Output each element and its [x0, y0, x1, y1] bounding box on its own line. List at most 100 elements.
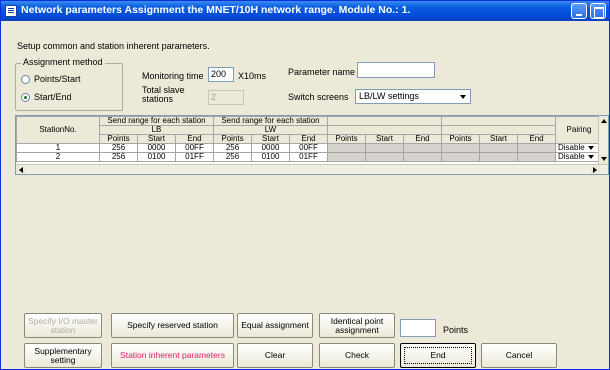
end-button[interactable]: End	[400, 343, 476, 368]
col-header-points: Points	[327, 134, 366, 144]
parameter-name-input[interactable]	[357, 62, 435, 78]
window-icon	[5, 5, 17, 17]
dropdown-arrow-icon	[458, 91, 469, 102]
empty-cell	[365, 143, 404, 153]
supplementary-setting-button[interactable]: Supplementary setting	[24, 343, 102, 368]
empty-cell	[517, 143, 556, 153]
col-header-end: End	[289, 134, 328, 144]
equal-assignment-button[interactable]: Equal assignment	[237, 313, 313, 338]
station-header: StationNo.	[16, 116, 100, 144]
maximize-icon[interactable]	[590, 3, 606, 19]
lw-start-cell[interactable]: 0100	[251, 152, 290, 162]
points-input[interactable]	[400, 319, 436, 337]
vertical-scrollbar[interactable]	[598, 116, 608, 164]
window-title: Network parameters Assignment the MNET/1…	[21, 4, 411, 16]
check-button[interactable]: Check	[319, 343, 395, 368]
lb-start-cell[interactable]: 0100	[137, 152, 176, 162]
minimize-icon[interactable]	[571, 3, 587, 19]
intro-text: Setup common and station inherent parame…	[17, 41, 210, 51]
monitoring-time-label: Monitoring time	[142, 71, 204, 81]
radio-points-start-label: Points/Start	[34, 74, 81, 84]
radio-points-start[interactable]	[21, 75, 30, 84]
cancel-button[interactable]: Cancel	[481, 343, 557, 368]
assignment-method-legend: Assignment method	[21, 57, 105, 67]
identical-point-assignment-button[interactable]: Identical point assignment	[319, 313, 395, 338]
scroll-down-icon[interactable]	[599, 154, 608, 164]
dropdown-arrow-icon	[587, 145, 594, 150]
lb-start-cell[interactable]: 0000	[137, 143, 176, 153]
pairing-header: Pairing	[555, 116, 603, 144]
col-header-end: End	[403, 134, 442, 144]
assignment-method-group	[15, 63, 123, 111]
radio-start-end-label: Start/End	[34, 92, 72, 102]
total-slave-stations-input: 2	[208, 90, 244, 105]
empty-subgroup-header-2	[441, 125, 556, 135]
empty-cell	[403, 152, 442, 162]
empty-cell	[517, 152, 556, 162]
lw-header: LW	[213, 125, 328, 135]
col-header-points: Points	[213, 134, 252, 144]
monitoring-time-unit: X10ms	[238, 71, 267, 81]
empty-group-header-2	[441, 116, 556, 126]
col-header-points: Points	[441, 134, 480, 144]
lw-end-cell[interactable]: 01FF	[289, 152, 328, 162]
scroll-right-icon[interactable]	[590, 165, 600, 174]
title-bar: Network parameters Assignment the MNET/1…	[1, 1, 609, 21]
lb-end-cell[interactable]: 00FF	[175, 143, 214, 153]
station-table: StationNo. Send range for each station S…	[16, 116, 603, 162]
col-header-end: End	[517, 134, 556, 144]
station-cell: 1	[16, 143, 100, 153]
scroll-left-icon[interactable]	[16, 165, 26, 174]
station-cell: 2	[16, 152, 100, 162]
col-header-end: End	[175, 134, 214, 144]
clear-button[interactable]: Clear	[237, 343, 313, 368]
lb-end-cell[interactable]: 01FF	[175, 152, 214, 162]
col-header-points: Points	[99, 134, 138, 144]
col-header-start: Start	[137, 134, 176, 144]
table-row: 1 256 0000 00FF 256 0000 00FF Disable	[16, 143, 603, 153]
lw-points-cell[interactable]: 256	[213, 152, 252, 162]
lb-send-range-header: Send range for each station	[99, 116, 214, 126]
dropdown-arrow-icon	[587, 154, 594, 159]
parameter-name-label: Parameter name	[288, 67, 356, 77]
empty-subgroup-header-1	[327, 125, 442, 135]
specify-reserved-station-button[interactable]: Specify reserved station	[111, 313, 234, 338]
specify-io-master-station-button: Specify I/O master station	[24, 313, 102, 338]
lw-send-range-header: Send range for each station	[213, 116, 328, 126]
empty-cell	[479, 152, 518, 162]
pairing-value: Disable	[558, 152, 585, 161]
pairing-value: Disable	[558, 143, 585, 152]
table-row: 2 256 0100 01FF 256 0100 01FF Disable	[16, 152, 603, 162]
col-header-start: Start	[365, 134, 404, 144]
empty-cell	[403, 143, 442, 153]
total-slave-stations-label: Total slave stations	[142, 85, 185, 104]
switch-screens-label: Switch screens	[288, 92, 349, 102]
network-parameters-window: Network parameters Assignment the MNET/1…	[0, 0, 610, 370]
lb-points-cell[interactable]: 256	[99, 152, 138, 162]
station-grid: StationNo. Send range for each station S…	[15, 115, 609, 175]
empty-cell	[441, 143, 480, 153]
switch-screens-value: LB/LW settings	[359, 91, 419, 101]
col-header-start: Start	[479, 134, 518, 144]
lw-start-cell[interactable]: 0000	[251, 143, 290, 153]
pairing-cell[interactable]: Disable	[555, 152, 603, 162]
horizontal-scrollbar[interactable]	[16, 164, 608, 174]
pairing-cell[interactable]: Disable	[555, 143, 603, 153]
lb-points-cell[interactable]: 256	[99, 143, 138, 153]
points-label: Points	[443, 325, 469, 335]
empty-cell	[479, 143, 518, 153]
monitoring-time-input[interactable]: 200	[208, 67, 234, 82]
empty-cell	[327, 143, 366, 153]
scroll-up-icon[interactable]	[599, 116, 608, 126]
empty-group-header-1	[327, 116, 442, 126]
empty-cell	[327, 152, 366, 162]
radio-start-end[interactable]	[21, 93, 30, 102]
empty-cell	[441, 152, 480, 162]
lb-header: LB	[99, 125, 214, 135]
empty-cell	[365, 152, 404, 162]
station-inherent-parameters-button[interactable]: Station inherent parameters	[111, 343, 234, 368]
col-header-start: Start	[251, 134, 290, 144]
lw-end-cell[interactable]: 00FF	[289, 143, 328, 153]
switch-screens-select[interactable]: LB/LW settings	[355, 89, 471, 104]
lw-points-cell[interactable]: 256	[213, 143, 252, 153]
